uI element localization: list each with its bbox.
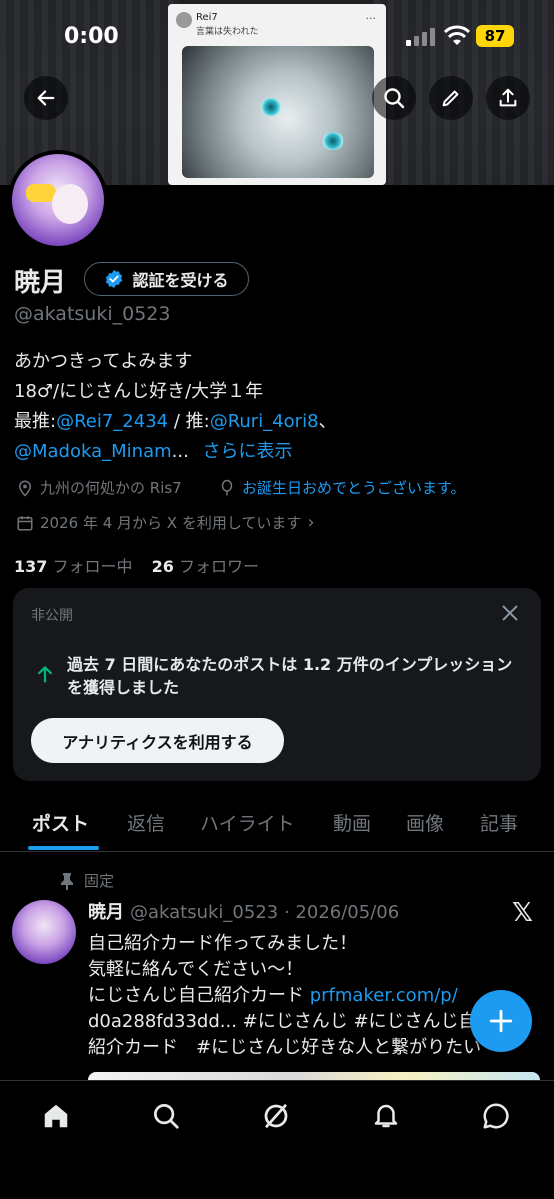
- banner-post-card: Rei7 言葉は失われた ···: [168, 4, 386, 185]
- mention-link[interactable]: @Madoka_Minam: [14, 441, 172, 462]
- search-button[interactable]: [372, 76, 416, 120]
- messages-icon: [483, 1103, 509, 1129]
- calendar-icon: [17, 515, 33, 530]
- post-link[interactable]: prfmaker.com/p/: [310, 985, 458, 1006]
- get-verified-button[interactable]: 認証を受ける: [84, 262, 249, 296]
- location-text: 九州の何処かの Ris7: [40, 479, 182, 497]
- followers-link[interactable]: 26 フォロワー: [152, 557, 259, 576]
- nav-notifications[interactable]: [359, 1093, 413, 1139]
- get-verified-label: 認証を受ける: [132, 271, 229, 290]
- tab-videos[interactable]: 動画: [333, 809, 371, 836]
- bell-icon: [374, 1104, 398, 1128]
- cellular-signal-icon: [406, 28, 435, 46]
- follow-stats: 137 フォロー中 26 フォロワー: [14, 553, 259, 577]
- bio-line: @Madoka_Minam... さらに表示: [14, 437, 293, 463]
- profile-name: 暁月: [14, 268, 67, 298]
- profile-avatar[interactable]: [8, 150, 108, 250]
- bio-line: 最推:@Rei7_2434 / 推:@Ruri_4ori8、: [14, 407, 337, 433]
- home-icon: [44, 1104, 68, 1128]
- tab-replies[interactable]: 返信: [127, 809, 165, 836]
- share-button[interactable]: [486, 76, 530, 120]
- pinned-indicator: 固定: [60, 870, 114, 891]
- avatar-face: [52, 184, 88, 224]
- search-icon: [384, 88, 405, 109]
- birthday-text[interactable]: お誕生日おめでとうございます。: [242, 477, 466, 498]
- analytics-button[interactable]: アナリティクスを利用する: [31, 718, 284, 763]
- nav-home[interactable]: [29, 1093, 83, 1139]
- chevron-right-icon: ›: [307, 512, 315, 533]
- search-icon: [154, 1104, 179, 1129]
- bio-text: / 推:: [168, 411, 210, 432]
- mention-link[interactable]: @Rei7_2434: [56, 411, 168, 432]
- post-author-name[interactable]: 暁月: [88, 902, 124, 923]
- trend-up-icon: [38, 666, 52, 683]
- profile-joined[interactable]: 2026 年 4 月から X を利用しています ›: [16, 512, 315, 533]
- back-button[interactable]: [24, 76, 68, 120]
- following-label: フォロー中: [52, 557, 133, 576]
- mention-link[interactable]: @Ruri_4ori8: [210, 411, 319, 432]
- edit-icon: [442, 90, 459, 107]
- wifi-icon: [444, 25, 470, 45]
- tab-posts[interactable]: ポスト: [32, 809, 89, 836]
- balloon-icon: [221, 479, 233, 495]
- artwork-eye: [322, 132, 344, 150]
- tab-images[interactable]: 画像: [406, 809, 444, 836]
- grok-icon: [264, 1103, 288, 1129]
- battery-indicator: 87: [476, 25, 514, 47]
- post-hashtags-line[interactable]: d0a288fd33dd... #にじさんじ #にじさんじ自己: [88, 1007, 495, 1033]
- banner-card-subtitle: 言葉は失われた: [196, 27, 259, 37]
- bio-ellipsis: ...: [171, 441, 189, 462]
- edit-profile-button[interactable]: [429, 76, 473, 120]
- bio-text: 、: [318, 411, 337, 432]
- following-link[interactable]: 137 フォロー中: [14, 557, 133, 576]
- banner-card-avatar: [176, 12, 192, 28]
- verified-badge-icon: [106, 269, 123, 289]
- post-avatar[interactable]: [12, 900, 76, 964]
- banner-artwork: [182, 46, 374, 178]
- followers-label: フォロワー: [178, 557, 259, 576]
- more-icon: ···: [365, 12, 377, 25]
- banner-card-title: Rei7: [196, 12, 218, 23]
- joined-text: 2026 年 4 月から X を利用しています: [40, 514, 302, 532]
- nav-grok[interactable]: [249, 1093, 303, 1139]
- back-arrow-icon: [37, 90, 55, 106]
- private-analytics-card: 非公開 過去 7 日間にあなたのポストは 1.2 万件のインプレッションを獲得し…: [13, 588, 541, 781]
- bio-line: 18♂/にじさんじ好き/大学１年: [14, 381, 264, 402]
- nav-messages[interactable]: [469, 1093, 523, 1139]
- location-icon: [18, 480, 32, 497]
- post-text-line: 気軽に絡んでください〜！: [88, 959, 304, 980]
- profile-location: 九州の何処かの Ris7: [16, 477, 182, 498]
- post-text-line: にじさんじ自己紹介カード prfmaker.com/p/: [88, 981, 458, 1007]
- active-tab-indicator: [28, 846, 99, 850]
- pinned-label: 固定: [84, 872, 115, 890]
- profile-birthday[interactable]: お誕生日おめでとうございます。: [218, 477, 466, 498]
- plus-icon: [489, 1009, 513, 1033]
- post-text: にじさんじ自己紹介カード: [88, 985, 310, 1006]
- impressions-message: 過去 7 日間にあなたのポストは 1.2 万件のインプレッションを獲得しました: [67, 655, 513, 697]
- share-icon: [499, 88, 517, 107]
- post-text-line: 自己紹介カード作ってみました！: [88, 933, 358, 954]
- bio-line: あかつきってよみます: [14, 351, 193, 372]
- status-time: 0:00: [64, 24, 119, 49]
- nav-search[interactable]: [139, 1093, 193, 1139]
- avatar-image: [12, 154, 104, 246]
- compose-post-button[interactable]: [470, 990, 532, 1052]
- followers-count: 26: [151, 557, 174, 576]
- close-icon[interactable]: [499, 602, 521, 624]
- profile-tabs: ポスト 返信 ハイライト 動画 画像 記事: [0, 798, 554, 852]
- bottom-navigation: [0, 1080, 554, 1199]
- x-logo-icon: 𝕏: [512, 898, 533, 928]
- bio-text: 最推:: [14, 411, 57, 432]
- profile-handle: @akatsuki_0523: [14, 303, 171, 325]
- tab-articles[interactable]: 記事: [480, 809, 518, 836]
- post-header: 暁月 @akatsuki_0523 · 2026/05/06: [88, 898, 399, 924]
- pin-icon: [61, 872, 73, 890]
- tab-highlights[interactable]: ハイライト: [200, 809, 295, 836]
- private-label: 非公開: [31, 608, 73, 624]
- post-meta: @akatsuki_0523 · 2026/05/06: [130, 902, 400, 923]
- show-more-link[interactable]: さらに表示: [203, 441, 293, 462]
- artwork-eye: [260, 98, 282, 116]
- post-hashtags-line[interactable]: 紹介カード #にじさんじ好きな人と繋がりたい: [88, 1033, 481, 1059]
- following-count: 137: [14, 557, 48, 576]
